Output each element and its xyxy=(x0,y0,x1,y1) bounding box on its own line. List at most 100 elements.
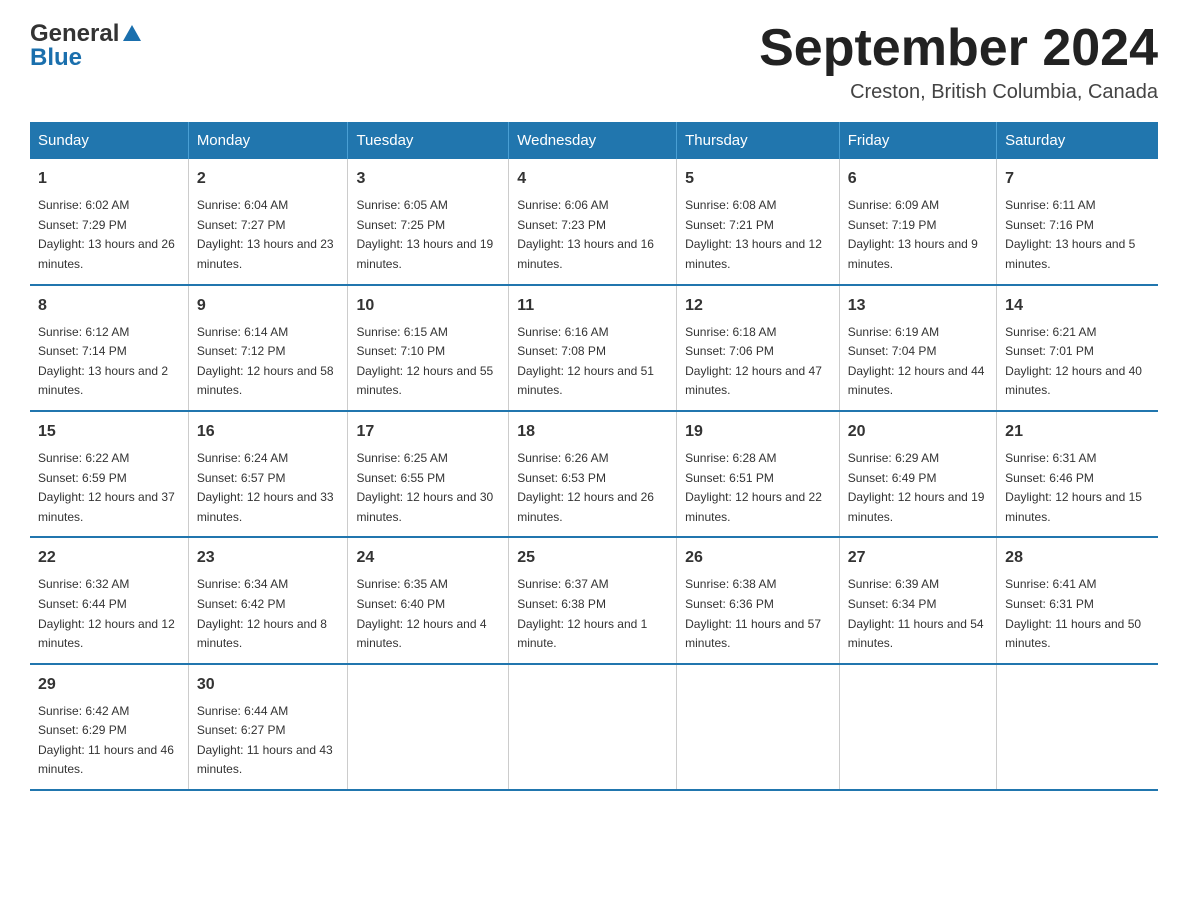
table-row: 28 Sunrise: 6:41 AMSunset: 6:31 PMDaylig… xyxy=(997,537,1158,663)
day-info: Sunrise: 6:34 AMSunset: 6:42 PMDaylight:… xyxy=(197,577,327,650)
day-number: 16 xyxy=(197,420,340,444)
day-info: Sunrise: 6:04 AMSunset: 7:27 PMDaylight:… xyxy=(197,198,334,271)
calendar-week-row: 22 Sunrise: 6:32 AMSunset: 6:44 PMDaylig… xyxy=(30,537,1158,663)
table-row: 20 Sunrise: 6:29 AMSunset: 6:49 PMDaylig… xyxy=(839,411,996,537)
table-row: 9 Sunrise: 6:14 AMSunset: 7:12 PMDayligh… xyxy=(188,285,348,411)
header-thursday: Thursday xyxy=(677,122,840,159)
day-info: Sunrise: 6:19 AMSunset: 7:04 PMDaylight:… xyxy=(848,325,985,398)
table-row: 17 Sunrise: 6:25 AMSunset: 6:55 PMDaylig… xyxy=(348,411,509,537)
day-number: 29 xyxy=(38,673,180,697)
table-row xyxy=(997,664,1158,790)
day-number: 23 xyxy=(197,546,340,570)
header-wednesday: Wednesday xyxy=(509,122,677,159)
page-header: General Blue September 2024 Creston, Bri… xyxy=(30,20,1158,104)
table-row: 25 Sunrise: 6:37 AMSunset: 6:38 PMDaylig… xyxy=(509,537,677,663)
day-number: 1 xyxy=(38,167,180,191)
day-number: 10 xyxy=(356,294,500,318)
day-number: 9 xyxy=(197,294,340,318)
header-monday: Monday xyxy=(188,122,348,159)
day-info: Sunrise: 6:12 AMSunset: 7:14 PMDaylight:… xyxy=(38,325,168,398)
logo-blue-text: Blue xyxy=(30,44,82,71)
header-sunday: Sunday xyxy=(30,122,188,159)
day-info: Sunrise: 6:28 AMSunset: 6:51 PMDaylight:… xyxy=(685,451,822,524)
calendar-week-row: 8 Sunrise: 6:12 AMSunset: 7:14 PMDayligh… xyxy=(30,285,1158,411)
day-info: Sunrise: 6:44 AMSunset: 6:27 PMDaylight:… xyxy=(197,704,333,777)
table-row: 1 Sunrise: 6:02 AMSunset: 7:29 PMDayligh… xyxy=(30,159,188,284)
day-number: 27 xyxy=(848,546,988,570)
day-info: Sunrise: 6:37 AMSunset: 6:38 PMDaylight:… xyxy=(517,577,647,650)
day-info: Sunrise: 6:41 AMSunset: 6:31 PMDaylight:… xyxy=(1005,577,1141,650)
day-number: 13 xyxy=(848,294,988,318)
day-number: 28 xyxy=(1005,546,1150,570)
table-row: 19 Sunrise: 6:28 AMSunset: 6:51 PMDaylig… xyxy=(677,411,840,537)
day-info: Sunrise: 6:15 AMSunset: 7:10 PMDaylight:… xyxy=(356,325,493,398)
day-number: 21 xyxy=(1005,420,1150,444)
day-number: 6 xyxy=(848,167,988,191)
table-row: 22 Sunrise: 6:32 AMSunset: 6:44 PMDaylig… xyxy=(30,537,188,663)
calendar-week-row: 29 Sunrise: 6:42 AMSunset: 6:29 PMDaylig… xyxy=(30,664,1158,790)
day-info: Sunrise: 6:38 AMSunset: 6:36 PMDaylight:… xyxy=(685,577,821,650)
table-row xyxy=(677,664,840,790)
day-info: Sunrise: 6:14 AMSunset: 7:12 PMDaylight:… xyxy=(197,325,334,398)
day-info: Sunrise: 6:29 AMSunset: 6:49 PMDaylight:… xyxy=(848,451,985,524)
table-row: 30 Sunrise: 6:44 AMSunset: 6:27 PMDaylig… xyxy=(188,664,348,790)
day-info: Sunrise: 6:08 AMSunset: 7:21 PMDaylight:… xyxy=(685,198,822,271)
day-number: 24 xyxy=(356,546,500,570)
day-info: Sunrise: 6:42 AMSunset: 6:29 PMDaylight:… xyxy=(38,704,174,777)
day-info: Sunrise: 6:32 AMSunset: 6:44 PMDaylight:… xyxy=(38,577,175,650)
day-info: Sunrise: 6:39 AMSunset: 6:34 PMDaylight:… xyxy=(848,577,984,650)
day-number: 7 xyxy=(1005,167,1150,191)
calendar-week-row: 1 Sunrise: 6:02 AMSunset: 7:29 PMDayligh… xyxy=(30,159,1158,284)
day-number: 3 xyxy=(356,167,500,191)
day-info: Sunrise: 6:22 AMSunset: 6:59 PMDaylight:… xyxy=(38,451,175,524)
day-info: Sunrise: 6:05 AMSunset: 7:25 PMDaylight:… xyxy=(356,198,493,271)
day-number: 5 xyxy=(685,167,831,191)
table-row: 13 Sunrise: 6:19 AMSunset: 7:04 PMDaylig… xyxy=(839,285,996,411)
day-number: 2 xyxy=(197,167,340,191)
table-row: 11 Sunrise: 6:16 AMSunset: 7:08 PMDaylig… xyxy=(509,285,677,411)
day-number: 4 xyxy=(517,167,668,191)
day-info: Sunrise: 6:16 AMSunset: 7:08 PMDaylight:… xyxy=(517,325,654,398)
logo-icon xyxy=(121,23,143,45)
day-info: Sunrise: 6:11 AMSunset: 7:16 PMDaylight:… xyxy=(1005,198,1135,271)
day-info: Sunrise: 6:06 AMSunset: 7:23 PMDaylight:… xyxy=(517,198,654,271)
day-number: 8 xyxy=(38,294,180,318)
table-row: 27 Sunrise: 6:39 AMSunset: 6:34 PMDaylig… xyxy=(839,537,996,663)
day-number: 14 xyxy=(1005,294,1150,318)
table-row: 4 Sunrise: 6:06 AMSunset: 7:23 PMDayligh… xyxy=(509,159,677,284)
table-row xyxy=(839,664,996,790)
table-row: 16 Sunrise: 6:24 AMSunset: 6:57 PMDaylig… xyxy=(188,411,348,537)
day-info: Sunrise: 6:02 AMSunset: 7:29 PMDaylight:… xyxy=(38,198,175,271)
day-number: 26 xyxy=(685,546,831,570)
logo: General Blue xyxy=(30,20,145,72)
location-text: Creston, British Columbia, Canada xyxy=(759,81,1158,104)
day-number: 18 xyxy=(517,420,668,444)
day-number: 25 xyxy=(517,546,668,570)
table-row xyxy=(509,664,677,790)
day-number: 12 xyxy=(685,294,831,318)
day-info: Sunrise: 6:24 AMSunset: 6:57 PMDaylight:… xyxy=(197,451,334,524)
title-section: September 2024 Creston, British Columbia… xyxy=(759,20,1158,104)
table-row xyxy=(348,664,509,790)
day-number: 17 xyxy=(356,420,500,444)
table-row: 12 Sunrise: 6:18 AMSunset: 7:06 PMDaylig… xyxy=(677,285,840,411)
day-number: 22 xyxy=(38,546,180,570)
table-row: 29 Sunrise: 6:42 AMSunset: 6:29 PMDaylig… xyxy=(30,664,188,790)
table-row: 18 Sunrise: 6:26 AMSunset: 6:53 PMDaylig… xyxy=(509,411,677,537)
table-row: 8 Sunrise: 6:12 AMSunset: 7:14 PMDayligh… xyxy=(30,285,188,411)
table-row: 24 Sunrise: 6:35 AMSunset: 6:40 PMDaylig… xyxy=(348,537,509,663)
day-info: Sunrise: 6:18 AMSunset: 7:06 PMDaylight:… xyxy=(685,325,822,398)
header-saturday: Saturday xyxy=(997,122,1158,159)
day-info: Sunrise: 6:26 AMSunset: 6:53 PMDaylight:… xyxy=(517,451,654,524)
calendar-header-row: Sunday Monday Tuesday Wednesday Thursday… xyxy=(30,122,1158,159)
day-number: 19 xyxy=(685,420,831,444)
month-title: September 2024 xyxy=(759,20,1158,77)
day-info: Sunrise: 6:21 AMSunset: 7:01 PMDaylight:… xyxy=(1005,325,1142,398)
day-number: 11 xyxy=(517,294,668,318)
table-row: 23 Sunrise: 6:34 AMSunset: 6:42 PMDaylig… xyxy=(188,537,348,663)
table-row: 2 Sunrise: 6:04 AMSunset: 7:27 PMDayligh… xyxy=(188,159,348,284)
table-row: 14 Sunrise: 6:21 AMSunset: 7:01 PMDaylig… xyxy=(997,285,1158,411)
table-row: 5 Sunrise: 6:08 AMSunset: 7:21 PMDayligh… xyxy=(677,159,840,284)
table-row: 3 Sunrise: 6:05 AMSunset: 7:25 PMDayligh… xyxy=(348,159,509,284)
day-info: Sunrise: 6:25 AMSunset: 6:55 PMDaylight:… xyxy=(356,451,493,524)
